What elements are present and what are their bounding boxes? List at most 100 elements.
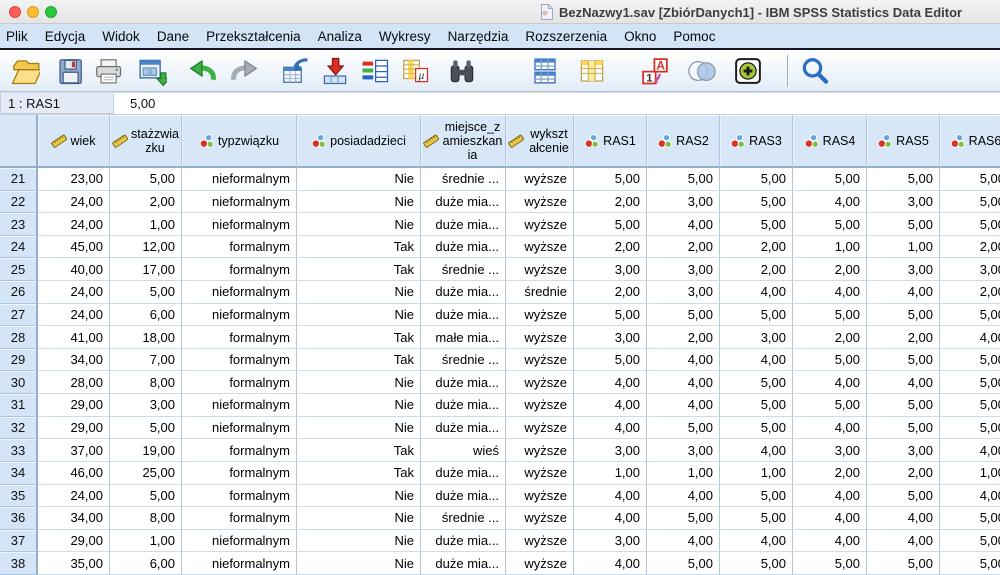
cell-stazzwiazku-row21[interactable]: 5,00 bbox=[110, 168, 182, 191]
cell-posiadadzieci-row34[interactable]: Tak bbox=[297, 462, 421, 485]
cell-posiadadzieci-row24[interactable]: Tak bbox=[297, 236, 421, 259]
cell-typzwiazku-row25[interactable]: formalnym bbox=[182, 258, 297, 281]
cell-posiadadzieci-row36[interactable]: Nie bbox=[297, 507, 421, 530]
cell-ras6-row24[interactable]: 2,00 bbox=[940, 236, 1000, 259]
split-file-button[interactable] bbox=[528, 54, 562, 88]
cell-stazzwiazku-row32[interactable]: 5,00 bbox=[110, 417, 182, 440]
cell-ras2-row22[interactable]: 3,00 bbox=[647, 191, 720, 214]
cell-wiek-row36[interactable]: 34,00 bbox=[38, 507, 110, 530]
cell-miejsce-zamieszkania-row26[interactable]: duże mia... bbox=[421, 281, 506, 304]
cell-posiadadzieci-row22[interactable]: Nie bbox=[297, 191, 421, 214]
menu-item-dane[interactable]: Dane bbox=[157, 29, 189, 44]
cell-wyksztalcenie-row25[interactable]: wyższe bbox=[506, 258, 574, 281]
cell-miejsce-zamieszkania-row24[interactable]: duże mia... bbox=[421, 236, 506, 259]
recall-dialogs-button[interactable] bbox=[135, 54, 169, 88]
descriptives-button[interactable]: μ bbox=[398, 54, 432, 88]
cell-typzwiazku-row31[interactable]: nieformalnym bbox=[182, 394, 297, 417]
open-data-button[interactable] bbox=[8, 54, 42, 88]
close-window-button[interactable] bbox=[9, 6, 21, 18]
cell-ras5-row32[interactable]: 5,00 bbox=[867, 417, 940, 440]
row-number-26[interactable]: 26 bbox=[0, 281, 38, 304]
cell-ras2-row36[interactable]: 5,00 bbox=[647, 507, 720, 530]
column-header-ras6[interactable]: RAS6 bbox=[940, 115, 1000, 168]
cell-posiadadzieci-row32[interactable]: Nie bbox=[297, 417, 421, 440]
cell-typzwiazku-row22[interactable]: nieformalnym bbox=[182, 191, 297, 214]
cell-ras2-row30[interactable]: 4,00 bbox=[647, 371, 720, 394]
cell-ras3-row34[interactable]: 1,00 bbox=[720, 462, 793, 485]
variables-button[interactable] bbox=[358, 54, 392, 88]
cell-ras6-row30[interactable]: 5,00 bbox=[940, 371, 1000, 394]
cell-miejsce-zamieszkania-row27[interactable]: duże mia... bbox=[421, 304, 506, 327]
row-number-38[interactable]: 38 bbox=[0, 552, 38, 575]
cell-ras1-row21[interactable]: 5,00 bbox=[574, 168, 647, 191]
row-number-35[interactable]: 35 bbox=[0, 485, 38, 508]
cell-ras1-row27[interactable]: 5,00 bbox=[574, 304, 647, 327]
cell-stazzwiazku-row36[interactable]: 8,00 bbox=[110, 507, 182, 530]
cell-ras3-row22[interactable]: 5,00 bbox=[720, 191, 793, 214]
cell-ras3-row30[interactable]: 5,00 bbox=[720, 371, 793, 394]
redo-button[interactable] bbox=[228, 54, 262, 88]
cell-ras4-row37[interactable]: 4,00 bbox=[793, 530, 867, 553]
cell-typzwiazku-row33[interactable]: formalnym bbox=[182, 439, 297, 462]
cell-ras4-row24[interactable]: 1,00 bbox=[793, 236, 867, 259]
cell-ras5-row31[interactable]: 5,00 bbox=[867, 394, 940, 417]
cell-posiadadzieci-row23[interactable]: Nie bbox=[297, 213, 421, 236]
cell-ras6-row27[interactable]: 5,00 bbox=[940, 304, 1000, 327]
cell-typzwiazku-row28[interactable]: formalnym bbox=[182, 326, 297, 349]
column-header-wiek[interactable]: wiek bbox=[38, 115, 110, 168]
cell-miejsce-zamieszkania-row33[interactable]: wieś bbox=[421, 439, 506, 462]
row-number-21[interactable]: 21 bbox=[0, 168, 38, 191]
cell-ras5-row33[interactable]: 3,00 bbox=[867, 439, 940, 462]
cell-wyksztalcenie-row24[interactable]: wyższe bbox=[506, 236, 574, 259]
menu-item-pomoc[interactable]: Pomoc bbox=[673, 29, 715, 44]
cell-miejsce-zamieszkania-row35[interactable]: duże mia... bbox=[421, 485, 506, 508]
cell-ras2-row38[interactable]: 5,00 bbox=[647, 552, 720, 575]
cell-typzwiazku-row36[interactable]: formalnym bbox=[182, 507, 297, 530]
cell-ras4-row26[interactable]: 4,00 bbox=[793, 281, 867, 304]
cell-ras3-row23[interactable]: 5,00 bbox=[720, 213, 793, 236]
cell-ras6-row35[interactable]: 4,00 bbox=[940, 485, 1000, 508]
cell-wyksztalcenie-row36[interactable]: wyższe bbox=[506, 507, 574, 530]
cell-wiek-row32[interactable]: 29,00 bbox=[38, 417, 110, 440]
cell-stazzwiazku-row38[interactable]: 6,00 bbox=[110, 552, 182, 575]
cell-ras1-row23[interactable]: 5,00 bbox=[574, 213, 647, 236]
row-number-29[interactable]: 29 bbox=[0, 349, 38, 372]
cell-typzwiazku-row27[interactable]: nieformalnym bbox=[182, 304, 297, 327]
row-number-23[interactable]: 23 bbox=[0, 213, 38, 236]
cell-typzwiazku-row38[interactable]: nieformalnym bbox=[182, 552, 297, 575]
cell-ras4-row36[interactable]: 4,00 bbox=[793, 507, 867, 530]
cell-posiadadzieci-row38[interactable]: Nie bbox=[297, 552, 421, 575]
goto-case-button[interactable] bbox=[278, 54, 312, 88]
menu-item-narzedzia[interactable]: Narzędzia bbox=[448, 29, 509, 44]
cell-ras2-row26[interactable]: 3,00 bbox=[647, 281, 720, 304]
zoom-button[interactable] bbox=[798, 54, 832, 88]
cell-ras6-row23[interactable]: 5,00 bbox=[940, 213, 1000, 236]
cell-miejsce-zamieszkania-row22[interactable]: duże mia... bbox=[421, 191, 506, 214]
cell-miejsce-zamieszkania-row25[interactable]: średnie ... bbox=[421, 258, 506, 281]
menu-item-widok[interactable]: Widok bbox=[102, 29, 140, 44]
minimize-window-button[interactable] bbox=[27, 6, 39, 18]
cell-miejsce-zamieszkania-row31[interactable]: duże mia... bbox=[421, 394, 506, 417]
cell-stazzwiazku-row29[interactable]: 7,00 bbox=[110, 349, 182, 372]
cell-ras2-row32[interactable]: 5,00 bbox=[647, 417, 720, 440]
cell-wiek-row38[interactable]: 35,00 bbox=[38, 552, 110, 575]
cell-wiek-row33[interactable]: 37,00 bbox=[38, 439, 110, 462]
cell-stazzwiazku-row22[interactable]: 2,00 bbox=[110, 191, 182, 214]
cell-typzwiazku-row23[interactable]: nieformalnym bbox=[182, 213, 297, 236]
cell-typzwiazku-row34[interactable]: formalnym bbox=[182, 462, 297, 485]
cell-ras5-row28[interactable]: 2,00 bbox=[867, 326, 940, 349]
cell-ras3-row31[interactable]: 5,00 bbox=[720, 394, 793, 417]
cell-ras1-row26[interactable]: 2,00 bbox=[574, 281, 647, 304]
cell-ras2-row28[interactable]: 2,00 bbox=[647, 326, 720, 349]
cell-ras4-row30[interactable]: 4,00 bbox=[793, 371, 867, 394]
cell-ras4-row23[interactable]: 5,00 bbox=[793, 213, 867, 236]
cell-ras2-row35[interactable]: 4,00 bbox=[647, 485, 720, 508]
menu-item-wykresy[interactable]: Wykresy bbox=[379, 29, 431, 44]
cell-wyksztalcenie-row21[interactable]: wyższe bbox=[506, 168, 574, 191]
cell-posiadadzieci-row27[interactable]: Nie bbox=[297, 304, 421, 327]
row-number-24[interactable]: 24 bbox=[0, 236, 38, 259]
cell-stazzwiazku-row35[interactable]: 5,00 bbox=[110, 485, 182, 508]
cell-stazzwiazku-row33[interactable]: 19,00 bbox=[110, 439, 182, 462]
cell-ras3-row35[interactable]: 5,00 bbox=[720, 485, 793, 508]
menu-item-okno[interactable]: Okno bbox=[624, 29, 656, 44]
